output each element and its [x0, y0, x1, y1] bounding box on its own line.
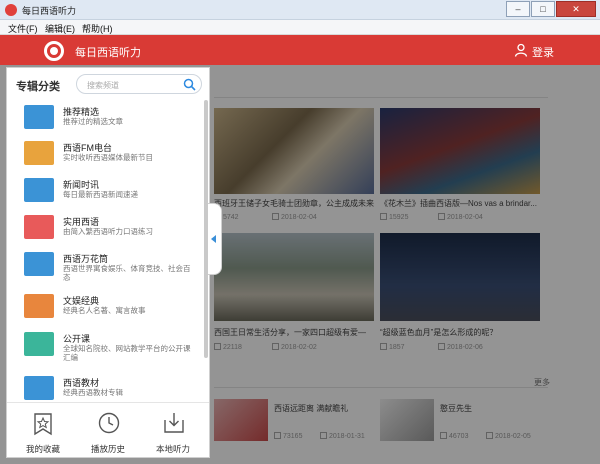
category-item[interactable]: 推荐精选 推荐过的精选文章: [7, 100, 203, 140]
chevron-left-icon: [211, 235, 216, 243]
category-desc: 由简入繁西语听力口语练习: [63, 227, 153, 236]
login-link[interactable]: 登录: [532, 44, 554, 60]
category-item[interactable]: 新闻时讯 每日最新西语新闻速递: [7, 173, 203, 213]
favorite-icon: [34, 413, 52, 436]
user-icon[interactable]: [514, 43, 528, 57]
app-logo: [44, 41, 64, 61]
divider: [7, 402, 209, 403]
recommend-icon: [24, 105, 54, 129]
window-controls: – □ ✕: [505, 1, 596, 18]
category-item[interactable]: 西语FM电台 实时收听西语媒体最新节目: [7, 136, 203, 176]
channel-search-input[interactable]: 搜索频道: [76, 74, 202, 94]
app-icon: [5, 4, 17, 16]
category-desc: 西语世界寓食娱乐、体育竞技、社会百态: [63, 264, 191, 282]
picture-icon: [24, 252, 54, 276]
book-icon: [24, 294, 54, 318]
minimize-button[interactable]: –: [506, 1, 530, 17]
category-item[interactable]: 公开课 全球知名院校、网站教学平台的公开课汇编: [7, 327, 203, 373]
close-button[interactable]: ✕: [556, 1, 596, 17]
graduation-cap-icon: [24, 332, 54, 356]
local-audio-button[interactable]: 本地听力: [143, 410, 203, 456]
search-icon[interactable]: [183, 78, 196, 91]
menu-help[interactable]: 帮助(H): [82, 22, 113, 35]
my-favorites-button[interactable]: 我的收藏: [13, 410, 73, 456]
my-favorites-label: 我的收藏: [25, 444, 60, 454]
category-item[interactable]: 文娱经典 经典名人名著、寓言故事: [7, 289, 203, 329]
radio-icon: [24, 141, 54, 165]
app-header: 每日西语听力 登录: [0, 35, 600, 65]
drawer-heading: 专辑分类: [16, 81, 60, 93]
maximize-button[interactable]: □: [531, 1, 555, 17]
category-desc: 推荐过的精选文章: [63, 117, 123, 126]
window-titlebar: 每日西语听力 – □ ✕: [0, 0, 600, 20]
category-item[interactable]: 实用西语 由简入繁西语听力口语练习: [7, 210, 203, 250]
category-drawer: 专辑分类 搜索频道 推荐精选 推荐过的精选文章 西语FM电台 实时收听西语媒体最…: [6, 67, 210, 458]
category-item[interactable]: 西语万花筒 西语世界寓食娱乐、体育竞技、社会百态: [7, 247, 203, 293]
category-desc: 实时收听西语媒体最新节目: [63, 153, 153, 162]
app-name: 每日西语听力: [75, 47, 141, 59]
search-placeholder: 搜索频道: [87, 81, 119, 90]
shop-icon: [24, 215, 54, 239]
category-desc: 每日最新西语新闻速递: [63, 190, 138, 199]
play-history-label: 播放历史: [90, 444, 125, 454]
download-icon: [164, 413, 184, 433]
category-item[interactable]: 西语教材 经典西语教材专辑: [7, 371, 203, 411]
menu-file[interactable]: 文件(F): [8, 22, 38, 35]
menu-edit[interactable]: 编辑(E): [45, 22, 75, 35]
window-title: 每日西语听力: [22, 6, 77, 16]
play-history-button[interactable]: 播放历史: [78, 410, 138, 456]
local-audio-label: 本地听力: [155, 444, 190, 454]
history-icon: [98, 412, 120, 434]
category-desc: 经典名人名著、寓言故事: [63, 306, 146, 315]
menu-bar: 文件(F) 编辑(E) 帮助(H): [0, 20, 600, 35]
news-icon: [24, 178, 54, 202]
drawer-bottom-nav: 我的收藏 播放历史 本地听力: [7, 410, 209, 458]
textbook-icon: [24, 376, 54, 400]
category-desc: 全球知名院校、网站教学平台的公开课汇编: [63, 344, 191, 362]
category-desc: 经典西语教材专辑: [63, 388, 123, 397]
collapse-drawer-button[interactable]: [208, 203, 222, 275]
